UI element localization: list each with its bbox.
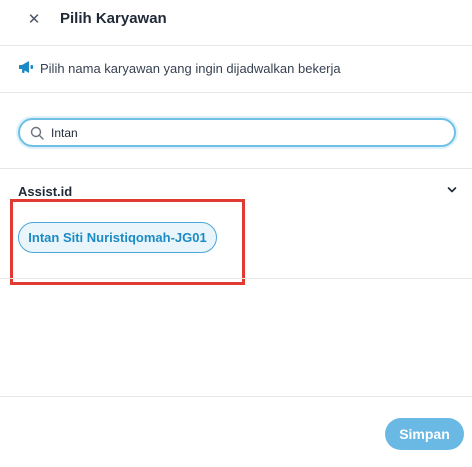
close-icon[interactable]: ✕ — [26, 12, 42, 28]
group-title: Assist.id — [18, 184, 73, 199]
megaphone-icon — [19, 61, 33, 73]
dialog-title: Pilih Karyawan — [60, 10, 167, 27]
footer-divider — [0, 396, 472, 397]
info-text: Pilih nama karyawan yang ingin dijadwalk… — [40, 61, 341, 76]
employee-chip[interactable]: Intan Siti Nuristiqomah-JG01 — [18, 222, 217, 253]
save-button[interactable]: Simpan — [385, 418, 464, 450]
search-input[interactable] — [51, 123, 431, 143]
search-icon — [30, 126, 44, 140]
search-field[interactable] — [18, 118, 456, 147]
chevron-down-icon[interactable] — [447, 186, 457, 194]
divider — [0, 278, 472, 279]
